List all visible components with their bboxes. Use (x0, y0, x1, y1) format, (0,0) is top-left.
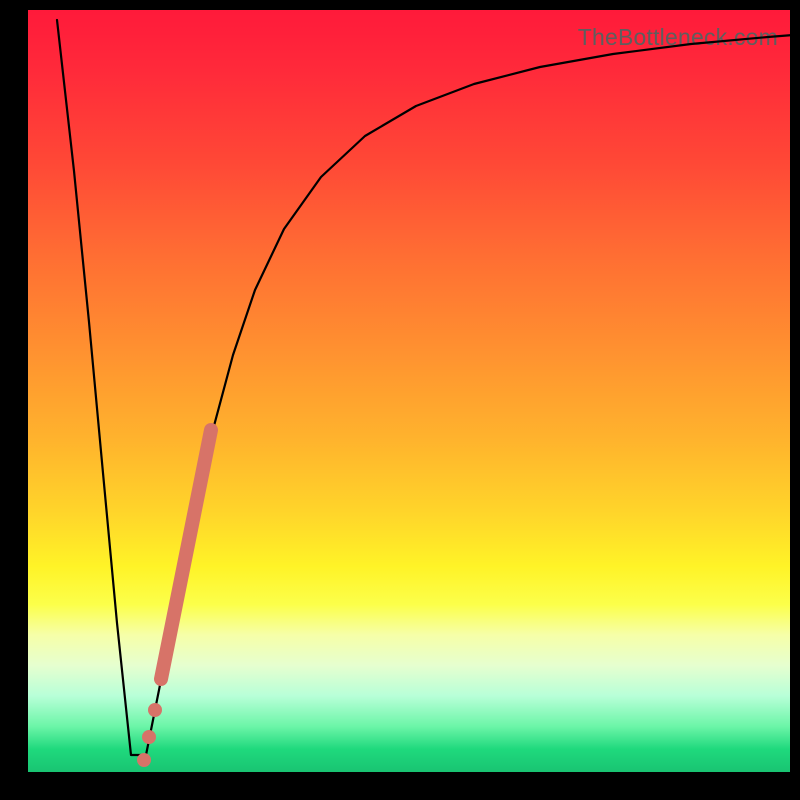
plot-area: TheBottleneck.com (28, 10, 790, 772)
chart-container: TheBottleneck.com (0, 0, 800, 800)
highlight-dots (137, 703, 162, 767)
highlight-dot (148, 703, 162, 717)
highlight-dot (142, 730, 156, 744)
curve-svg (28, 10, 790, 772)
highlight-thick-segment (161, 430, 211, 679)
highlight-dot (137, 753, 151, 767)
